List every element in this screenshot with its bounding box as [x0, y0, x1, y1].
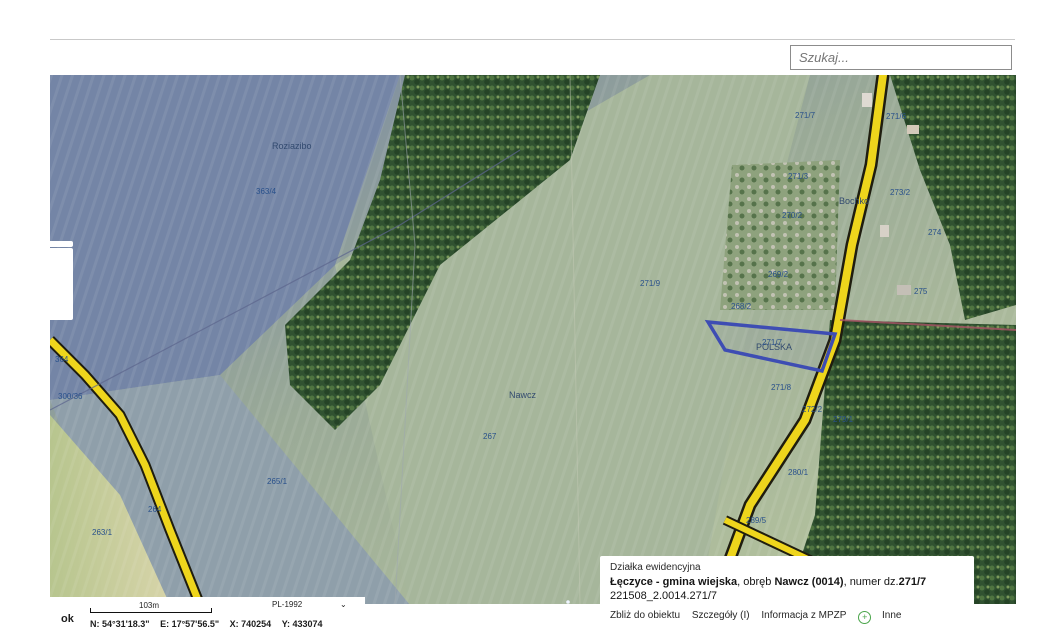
house-4 [862, 93, 872, 107]
municipality-name: Łęczyce - gmina wiejska [610, 576, 738, 588]
left-panel-tab[interactable] [50, 248, 73, 320]
top-divider [50, 39, 1015, 40]
parcel-info-popup: Działka ewidencyjna Łęczyce - gmina wiej… [600, 556, 974, 630]
parcel-label: 289/5 [746, 516, 767, 525]
search-input[interactable] [790, 45, 1012, 70]
zoom-to-object-link[interactable]: Zbliż do obiektu [610, 610, 680, 621]
parcel-location-line: Łęczyce - gmina wiejska, obręb Nawcz (00… [610, 576, 964, 588]
parcel-label: 271/9 [640, 279, 661, 288]
north-coordinate: N: 54°31'18.3" [90, 619, 150, 629]
parcel-label: 300/36 [58, 392, 83, 401]
locality-label-nawcz: Nawcz [509, 390, 537, 400]
mpzp-info-link[interactable]: Informacja z MPZP [761, 610, 846, 621]
parcel-label: 267 [483, 432, 497, 441]
scale-bar [90, 608, 212, 613]
parcel-label: 271/8 [771, 383, 792, 392]
parcel-label: 273/2 [890, 188, 911, 197]
left-panel-tab-top[interactable] [50, 241, 73, 247]
details-link[interactable]: Szczegóły (I) [692, 610, 750, 621]
popup-title: Działka ewidencyjna [610, 562, 701, 573]
chevron-down-icon[interactable]: ⌄ [340, 600, 347, 609]
popup-actions: Zbliż do obiektu Szczegóły (I) Informacj… [610, 610, 964, 624]
y-coordinate: Y: 433074 [281, 619, 323, 629]
parcel-label: 271/7 [795, 111, 816, 120]
parcel-label: 265/1 [267, 477, 288, 486]
parcel-label: 274 [928, 228, 942, 237]
parcel-label: 263/1 [92, 528, 113, 537]
coordinate-system-select[interactable]: PL-1992 [272, 600, 350, 612]
x-coordinate: X: 740254 [229, 619, 272, 629]
parcel-label: 275 [914, 287, 928, 296]
house-2 [880, 225, 889, 237]
other-actions-link[interactable]: Inne [882, 610, 901, 621]
parcel-label: 279/1 [833, 415, 854, 424]
parcel-label: 269/2 [768, 270, 789, 279]
parcel-number: 271/7 [898, 576, 927, 588]
locality-label-bochko: Bochko [839, 196, 869, 206]
map-viewer-page: Roziazibo Nawcz Bochko POLSKA 363/4 364 … [0, 0, 1057, 630]
parcel-label: 268/2 [731, 302, 752, 311]
ok-label: ok [61, 613, 74, 625]
map-canvas[interactable]: Roziazibo Nawcz Bochko POLSKA 363/4 364 … [50, 75, 1016, 605]
allotment-gardens [720, 160, 840, 310]
east-coordinate: E: 17°57'56.5" [160, 619, 220, 629]
precinct-name: Nawcz (0014) [774, 576, 844, 588]
precinct-prefix: , obręb [737, 576, 775, 588]
parcel-label: 271/7 [762, 338, 783, 347]
locality-label-roziazibo: Roziazibo [272, 141, 312, 151]
parcel-label: 271/6 [886, 112, 907, 121]
house-3 [897, 285, 911, 295]
aerial-map[interactable]: Roziazibo Nawcz Bochko POLSKA 363/4 364 … [50, 75, 1016, 605]
coordinates-readout: N: 54°31'18.3" E: 17°57'56.5" X: 740254 … [90, 619, 365, 629]
plus-icon[interactable]: + [858, 611, 872, 624]
parcel-label: 280/1 [788, 468, 809, 477]
parcel-label: 363/4 [256, 187, 277, 196]
parcel-identifier: 221508_2.0014.271/7 [610, 590, 718, 602]
house-1 [907, 125, 919, 134]
parcel-label: 270/2 [782, 211, 803, 220]
parcel-label: 264 [148, 505, 162, 514]
parcel-label: 364 [55, 355, 69, 364]
parcel-label: 272/2 [802, 405, 823, 414]
parcel-number-prefix: , numer dz. [843, 576, 899, 588]
parcel-label: 271/3 [788, 172, 809, 181]
